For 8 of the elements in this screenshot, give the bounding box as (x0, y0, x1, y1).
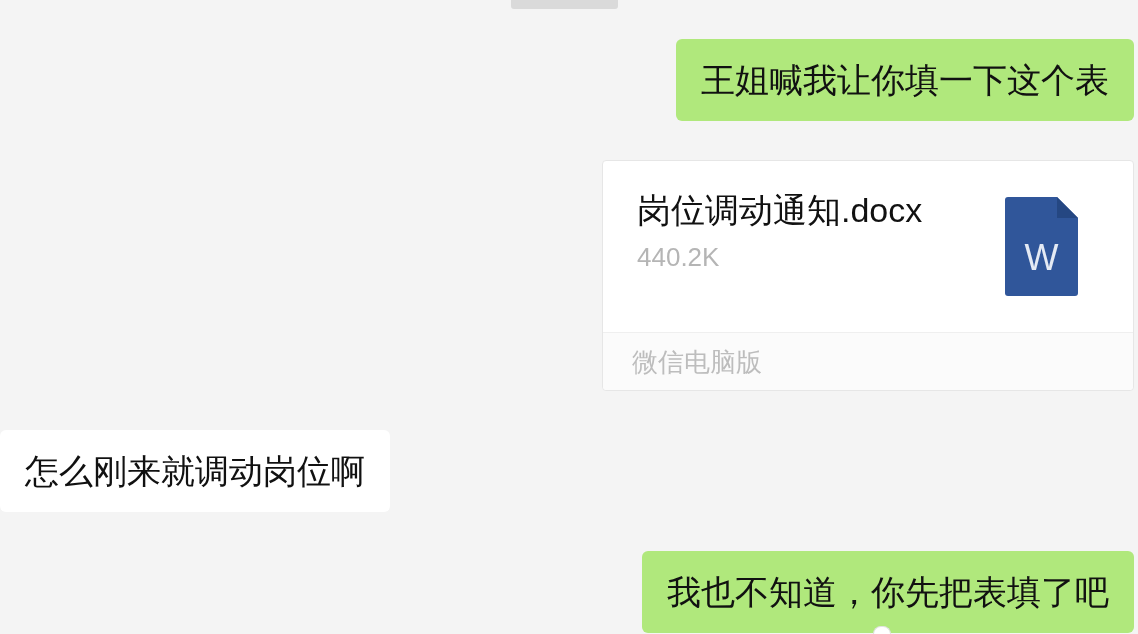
document-icon: W (1005, 197, 1078, 296)
file-size: 440.2K (637, 241, 721, 273)
message-bubble: 王姐喊我让你填一下这个表 (676, 39, 1134, 121)
file-card[interactable]: 岗位调动通知.docx 440.2K W 微信电脑版 (602, 160, 1134, 391)
file-name: 岗位调动通知.docx (637, 190, 923, 230)
message-bubble: 我也不知道，你先把表填了吧 (642, 551, 1134, 633)
source-label: 微信电脑版 (632, 345, 762, 378)
message-bubble: 怎么刚来就调动岗位啊 (0, 430, 390, 512)
